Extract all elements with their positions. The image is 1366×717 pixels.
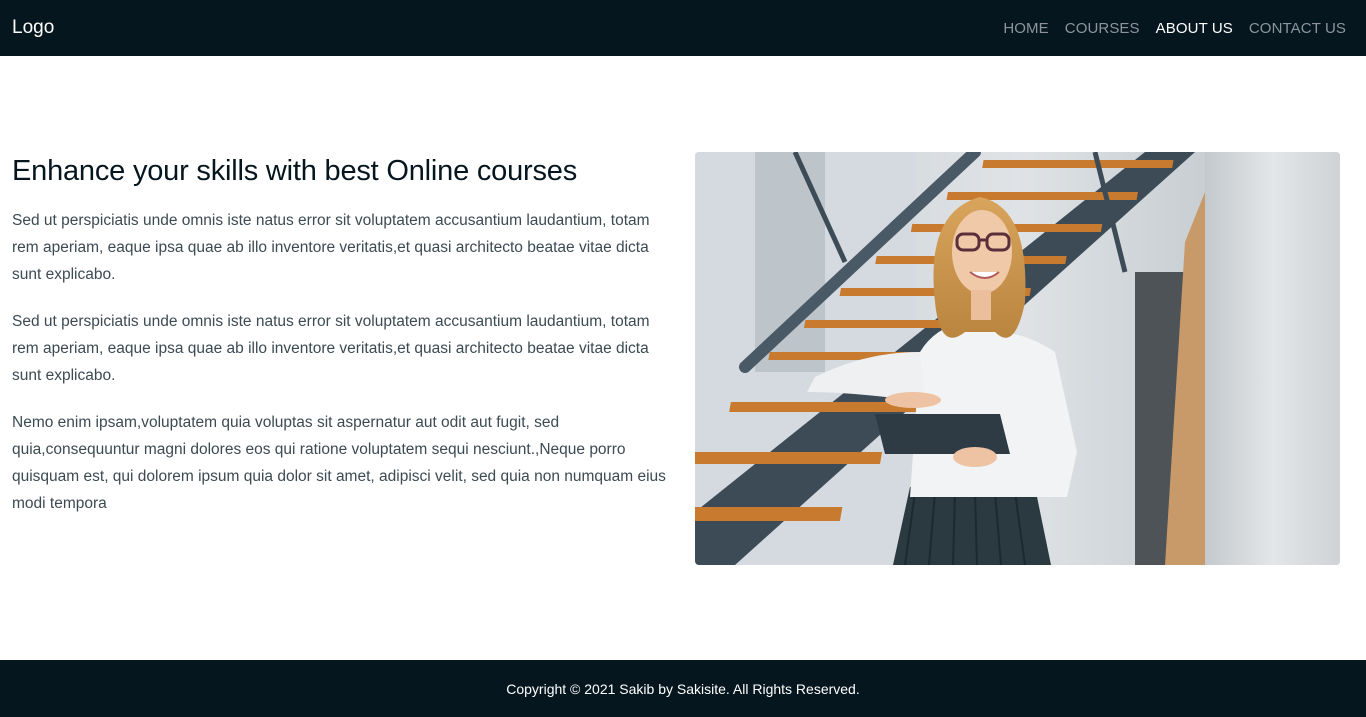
page-title: Enhance your skills with best Online cou…: [12, 155, 578, 187]
hero-photo: [695, 152, 1340, 565]
top-navbar: Logo HOME COURSES ABOUT US CONTACT US: [0, 0, 1366, 56]
about-paragraph-1: Sed ut perspiciatis unde omnis iste natu…: [12, 212, 650, 283]
copyright-text: Copyright © 2021 Sakib by Sakisite. All …: [506, 680, 860, 697]
nav-menu: HOME COURSES ABOUT US CONTACT US: [1003, 20, 1346, 37]
woman-with-tablet-image: [695, 152, 1340, 565]
about-text-column: Enhance your skills with best Online cou…: [12, 152, 672, 537]
logo-link[interactable]: Logo: [12, 17, 54, 39]
about-paragraph-3: Nemo enim ipsam,voluptatem quia voluptas…: [12, 414, 666, 512]
nav-link-contact-us[interactable]: CONTACT US: [1249, 20, 1346, 37]
nav-link-home[interactable]: HOME: [1003, 20, 1048, 37]
about-section: Enhance your skills with best Online cou…: [0, 56, 1366, 660]
about-paragraph-2: Sed ut perspiciatis unde omnis iste natu…: [12, 313, 650, 384]
page-footer: Copyright © 2021 Sakib by Sakisite. All …: [0, 660, 1366, 717]
nav-link-courses[interactable]: COURSES: [1065, 20, 1140, 37]
nav-link-about-us[interactable]: ABOUT US: [1156, 20, 1233, 37]
